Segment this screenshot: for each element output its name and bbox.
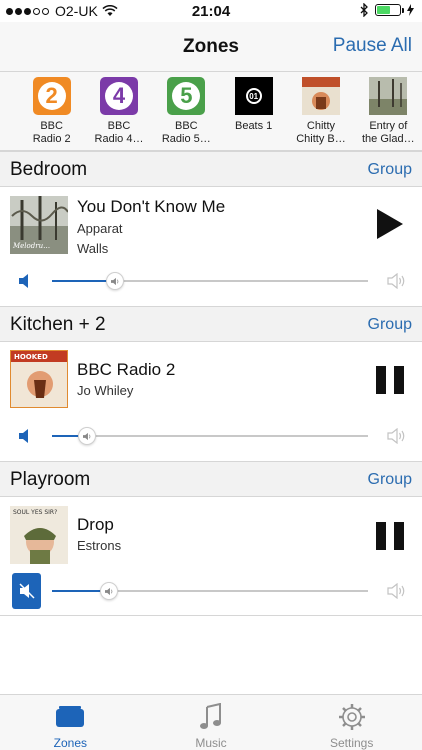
preset-label: BBC Radio 5… [161,120,211,145]
volume-slider[interactable] [52,272,368,290]
cover-caption: HOOKED [14,353,48,361]
zone-name: Kitchen + 2 [10,314,106,335]
group-button[interactable]: Group [368,161,412,179]
cover-caption: Melodru… [12,242,50,250]
list-divider [0,615,422,616]
album-art: SOUL YES SIR? [10,506,68,564]
track-artist: Estrons [77,538,122,553]
bluetooth-icon [360,3,368,17]
volume-row-kitchen [0,423,422,449]
preset-bbc-radio-2[interactable]: 2 BBC Radio 2 [18,72,85,150]
volume-row-bedroom [0,268,422,294]
zone-header-kitchen[interactable]: Kitchen + 2 Group [0,306,422,342]
speaker-icon[interactable] [18,428,34,444]
preset-label: Beats 1 [234,120,273,132]
tab-zones[interactable]: Zones [0,695,141,750]
preset-entry-of-the-gladiators[interactable]: Entry of the Glad… [355,72,422,150]
tab-bar: Zones Music Settings [0,694,422,750]
preset-chitty-chitty[interactable]: Chitty Chitty B… [287,72,354,150]
play-button[interactable] [376,208,404,240]
radio-4-extra-icon: 4 [99,77,138,115]
group-button[interactable]: Group [368,471,412,489]
zone-header-playroom[interactable]: Playroom Group [0,461,422,497]
radio-2-icon: 2 [32,77,71,115]
preset-label: Chitty Chitty B… [296,120,346,145]
track-title: Drop [77,515,114,534]
status-bar: O2-UK 21:04 [0,0,422,22]
speaker-max-icon [387,583,405,599]
music-note-icon [200,703,221,729]
volume-slider[interactable] [52,427,368,445]
cover-caption: SOUL YES SIR? [13,509,57,516]
status-time: 21:04 [191,3,231,20]
track-title: BBC Radio 2 [77,360,176,379]
volume-slider-thumb[interactable] [106,272,125,290]
pause-button[interactable] [376,366,404,394]
tab-label: Settings [330,736,374,750]
pause-all-button[interactable]: Pause All [333,35,412,57]
preset-bbc-radio-4[interactable]: 4 BBC Radio 4… [85,72,152,150]
track-artist: Jo Whiley [77,383,134,398]
preset-label: BBC Radio 4… [94,120,144,145]
status-right [360,3,414,17]
volume-slider-thumb[interactable] [77,427,96,445]
battery-icon [375,4,404,16]
tab-label: Music [195,736,227,750]
speaker-max-icon [387,273,405,289]
speaker-icon[interactable] [18,273,34,289]
beats-1-icon: 01 [234,77,273,115]
preset-beats-1[interactable]: 01 Beats 1 [220,72,287,150]
now-playing-bedroom[interactable]: Melodru… You Don't Know Me Apparat Walls [0,196,422,256]
charging-bolt-icon [407,4,414,16]
album-art: Melodru… [10,196,68,254]
group-button[interactable]: Group [368,316,412,334]
tab-settings[interactable]: Settings [281,695,422,750]
gear-icon [338,704,365,730]
tab-label: Zones [53,736,88,750]
speaker-muted-icon [18,583,35,599]
pause-button[interactable] [376,522,404,550]
track-album: Walls [77,241,109,256]
track-artist: Apparat [77,221,123,236]
radio-5-live-icon: 5 [167,77,206,115]
zone-name: Bedroom [10,159,88,180]
now-playing-kitchen[interactable]: HOOKED BBC Radio 2 Jo Whiley [0,350,422,410]
album-art-chitty [301,77,340,115]
now-playing-playroom[interactable]: SOUL YES SIR? Drop Estrons [0,506,422,566]
preset-label: BBC Radio 2 [32,120,71,145]
preset-label: Entry of the Glad… [362,120,415,145]
mute-toggle-button[interactable] [12,573,41,609]
navigation-bar: Zones Pause All [0,22,422,72]
tab-music[interactable]: Music [141,695,282,750]
speaker-max-icon [387,428,405,444]
favorites-strip: 2 BBC Radio 2 4 BBC Radio 4… 5 BBC Radio… [0,72,422,151]
zone-name: Playroom [10,469,91,490]
volume-row-playroom [0,573,422,609]
track-title: You Don't Know Me [77,197,226,216]
volume-slider[interactable] [52,582,368,600]
zone-header-bedroom[interactable]: Bedroom Group [0,151,422,187]
volume-slider-thumb[interactable] [99,582,118,600]
zones-icon [56,706,85,727]
album-art-entry [369,77,408,115]
album-art: HOOKED [10,350,68,408]
preset-bbc-radio-5[interactable]: 5 BBC Radio 5… [153,72,220,150]
